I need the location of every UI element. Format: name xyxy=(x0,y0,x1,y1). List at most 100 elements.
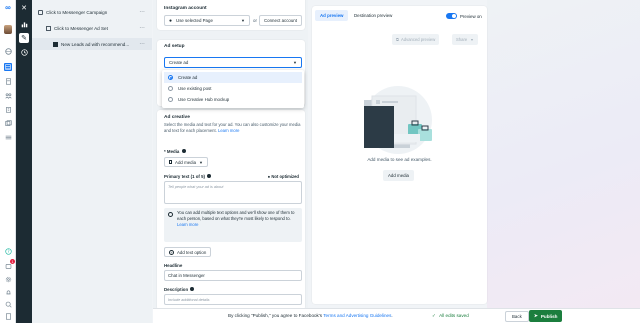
tab-destination-preview[interactable]: Destination preview xyxy=(354,10,392,21)
ad-setup-select-value: Create ad xyxy=(169,60,189,65)
ad-editor: Instagram account ● Use selected Page ▼ … xyxy=(153,0,308,308)
advanced-preview-button[interactable]: ⧉ Advanced preview xyxy=(392,34,440,45)
toggle-switch[interactable] xyxy=(446,13,457,19)
primary-text-placeholder: Tell people what your ad is about xyxy=(168,185,224,189)
footer-bar: By clicking "Publish," you agree to Face… xyxy=(153,308,640,323)
external-link-icon: ⧉ xyxy=(396,37,399,42)
more-options-icon[interactable]: ··· xyxy=(139,25,145,31)
ad-setup-label: Ad setup xyxy=(164,44,185,49)
publish-button[interactable]: ➤ Publish xyxy=(529,310,563,322)
chevron-down-icon: ▼ xyxy=(293,60,297,65)
chart-icon[interactable] xyxy=(19,19,29,29)
empty-preview-text: Add media to see ad examples. xyxy=(367,157,432,162)
document-icon[interactable] xyxy=(4,77,12,85)
radio-selected-icon xyxy=(168,75,173,80)
primary-text-label-text: Primary text (1 of 5) xyxy=(164,174,205,179)
ad-setup-select[interactable]: Create ad ▼ xyxy=(164,57,302,68)
ad-creative-card: Ad creative Select the media and text fo… xyxy=(157,110,305,308)
chevron-down-icon: ▼ xyxy=(241,18,245,23)
tree-item-campaign[interactable]: Click to Messenger Campaign ··· xyxy=(32,6,152,18)
check-icon: ✓ xyxy=(432,313,436,318)
dropdown-option-existing-post[interactable]: Use existing post xyxy=(162,83,304,94)
connect-account-button[interactable]: Connect account xyxy=(259,15,302,26)
ad-preview-panel: Ad preview Destination preview Preview o… xyxy=(312,6,487,304)
share-label: Share xyxy=(456,37,468,42)
description-label-text: Description xyxy=(164,287,189,292)
notification-badge: 1 xyxy=(10,259,15,264)
avatar[interactable] xyxy=(4,25,12,34)
primary-text-input[interactable]: Tell people what your ad is about xyxy=(164,181,302,204)
menu-icon[interactable] xyxy=(4,133,12,141)
meta-logo-icon[interactable]: ∞ xyxy=(4,3,12,12)
left-icon-rail: ∞ ? 1 xyxy=(0,0,16,323)
tab-ad-preview-label: Ad preview xyxy=(320,13,344,18)
option-label: Use existing post xyxy=(178,86,212,91)
option-label: Use Creative Hub mockup xyxy=(178,97,230,102)
tree-item-label: Click to Messenger Campaign xyxy=(46,9,108,15)
preview-toggle[interactable]: Preview on xyxy=(446,13,482,19)
folder-icon xyxy=(38,9,43,15)
preview-add-media-button[interactable]: Add media xyxy=(383,170,414,181)
terms-prefix: By clicking "Publish," you agree to Face… xyxy=(228,313,323,318)
editor-tool-strip: ✕ ✎ xyxy=(16,0,32,323)
dropdown-option-create-ad[interactable]: Create ad xyxy=(164,72,302,83)
pages-icon[interactable] xyxy=(4,119,12,127)
dropdown-option-creative-hub[interactable]: Use Creative Hub mockup xyxy=(162,94,304,105)
search-icon[interactable] xyxy=(4,47,12,55)
report-icon[interactable] xyxy=(4,312,12,320)
media-label: * Media xyxy=(164,149,186,154)
bell-icon[interactable] xyxy=(4,288,12,296)
info-icon[interactable] xyxy=(181,149,186,153)
description-input[interactable]: Include additional details xyxy=(164,294,302,305)
back-button[interactable]: Back xyxy=(505,311,529,322)
description-label: Description xyxy=(164,287,195,292)
grid-icon xyxy=(46,25,51,31)
tab-destination-label: Destination preview xyxy=(354,13,393,18)
more-options-icon[interactable]: ··· xyxy=(139,9,145,15)
building-icon[interactable] xyxy=(4,105,12,113)
history-clock-icon[interactable] xyxy=(19,47,29,57)
audience-icon[interactable] xyxy=(4,91,12,99)
notifications-icon[interactable]: 1 xyxy=(4,259,15,270)
ad-creative-label: Ad creative xyxy=(164,115,190,120)
saved-status: ✓ All edits saved xyxy=(432,313,469,319)
add-text-option-button[interactable]: + Add text option xyxy=(164,247,212,257)
background-gradient xyxy=(487,0,640,308)
instagram-card: Instagram account ● Use selected Page ▼ … xyxy=(157,0,305,30)
ad-icon xyxy=(53,41,58,47)
info-learn-more-link[interactable]: Learn more xyxy=(177,222,198,227)
add-media-label: Add media xyxy=(175,159,197,165)
info-icon[interactable] xyxy=(190,287,195,291)
image-icon xyxy=(169,160,173,164)
campaigns-grid-icon[interactable] xyxy=(4,63,12,71)
tree-item-adset[interactable]: Click to Messenger Ad Set ··· xyxy=(32,22,152,34)
ad-setup-dropdown: Create ad Use existing post Use Creative… xyxy=(162,70,304,108)
learn-more-link[interactable]: Learn more xyxy=(218,128,239,133)
edit-pencil-icon[interactable]: ✎ xyxy=(19,33,29,43)
chevron-down-icon: ▼ xyxy=(199,159,203,165)
help-lightbulb-icon[interactable]: ? xyxy=(4,247,12,255)
add-text-option-label: Add text option xyxy=(177,249,207,255)
settings-gear-icon[interactable] xyxy=(4,275,12,283)
description-placeholder: Include additional details xyxy=(168,297,210,302)
search-small-icon[interactable] xyxy=(4,300,12,308)
info-text-body: You can add multiple text options and we… xyxy=(177,210,295,221)
terms-link[interactable]: Terms and Advertising Guidelines xyxy=(323,313,391,318)
multiple-text-info-box: You can add multiple text options and we… xyxy=(164,208,302,242)
instagram-select-value: Use selected Page xyxy=(176,18,213,23)
advanced-preview-label: Advanced preview xyxy=(401,37,436,42)
add-media-button[interactable]: Add media ▼ xyxy=(164,157,208,167)
radio-icon xyxy=(168,86,173,91)
instagram-select[interactable]: ● Use selected Page ▼ xyxy=(164,15,250,26)
close-icon[interactable]: ✕ xyxy=(19,3,29,13)
info-icon[interactable] xyxy=(207,174,212,178)
or-label: or xyxy=(253,18,257,23)
campaign-tree: Click to Messenger Campaign ··· Click to… xyxy=(32,0,152,323)
share-button[interactable]: Share ▼ xyxy=(452,34,478,45)
headline-input[interactable]: Chat in Messenger xyxy=(164,270,302,281)
tree-item-ad[interactable]: New Leads ad with recommend... ··· xyxy=(32,38,152,50)
terms-suffix: . xyxy=(391,313,393,318)
not-optimized-status: ● Not optimized xyxy=(268,174,299,179)
more-options-icon[interactable]: ··· xyxy=(139,41,145,47)
tab-ad-preview[interactable]: Ad preview xyxy=(315,10,349,21)
